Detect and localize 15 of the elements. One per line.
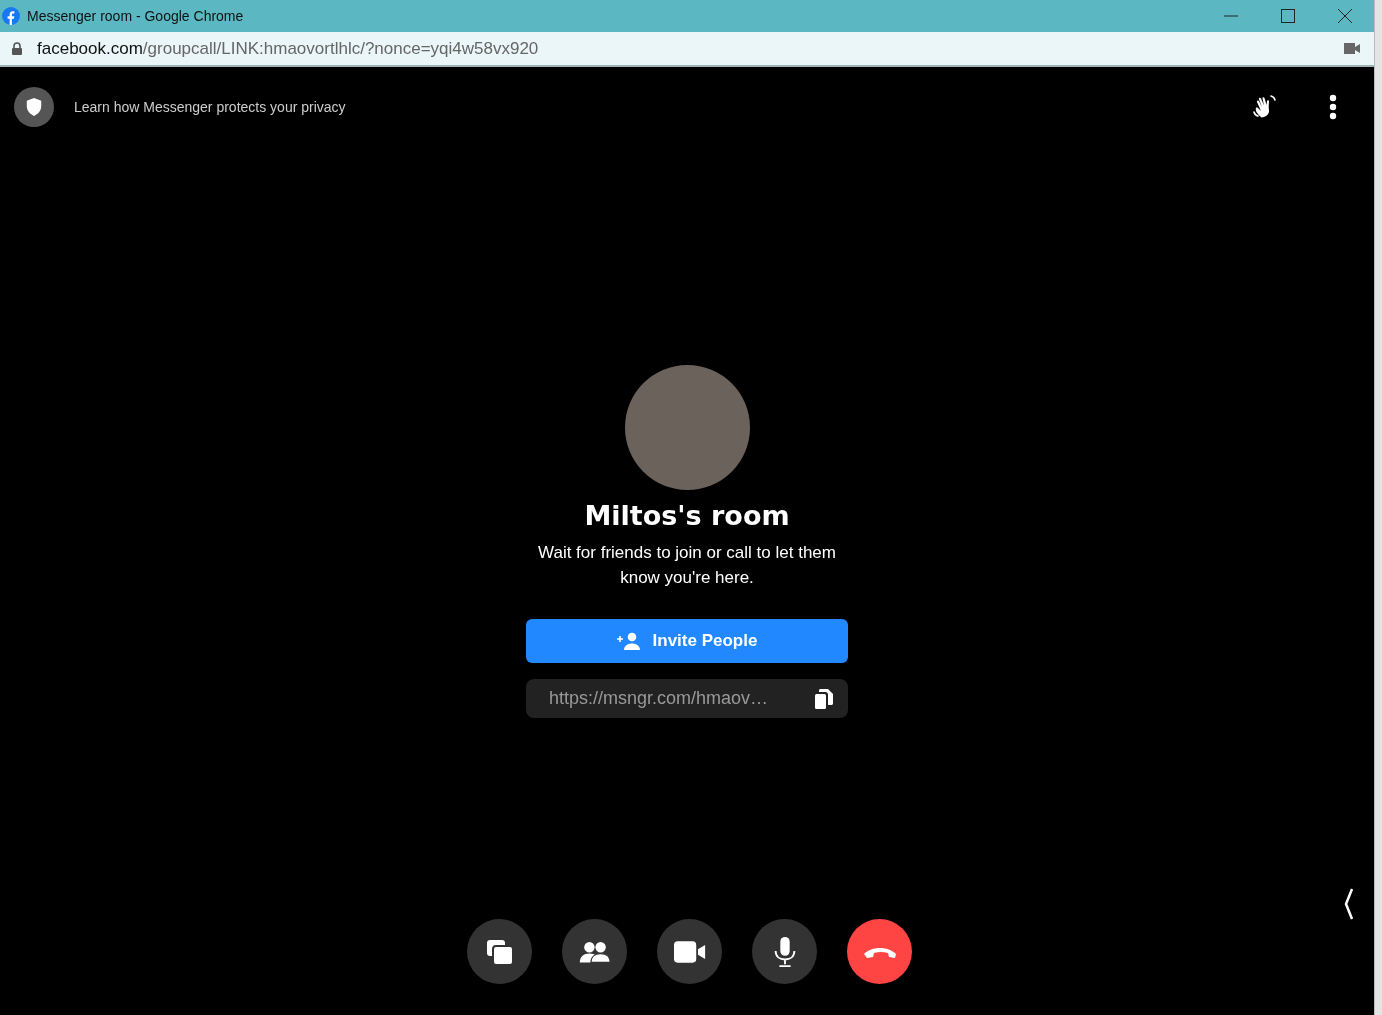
add-person-icon (616, 632, 641, 650)
maximize-icon[interactable] (1281, 9, 1295, 23)
privacy-link[interactable]: Learn how Messenger protects your privacy (74, 99, 346, 115)
more-options-icon[interactable] (1329, 94, 1337, 120)
window-title: Messenger room - Google Chrome (27, 8, 244, 24)
room-link-field[interactable]: https://msngr.com/hmaov… (526, 679, 848, 718)
chevron-left-icon[interactable] (1344, 887, 1354, 921)
room-title: Miltos's room (584, 499, 790, 533)
room-subtitle: Wait for friends to join or call to let them know you're here. (537, 542, 837, 589)
copy-icon[interactable] (815, 688, 833, 709)
facebook-logo-icon (2, 7, 20, 25)
lock-icon (12, 42, 22, 55)
close-icon[interactable] (1338, 9, 1352, 23)
camera-icon[interactable] (1344, 43, 1360, 54)
shield-icon[interactable] (14, 87, 54, 127)
